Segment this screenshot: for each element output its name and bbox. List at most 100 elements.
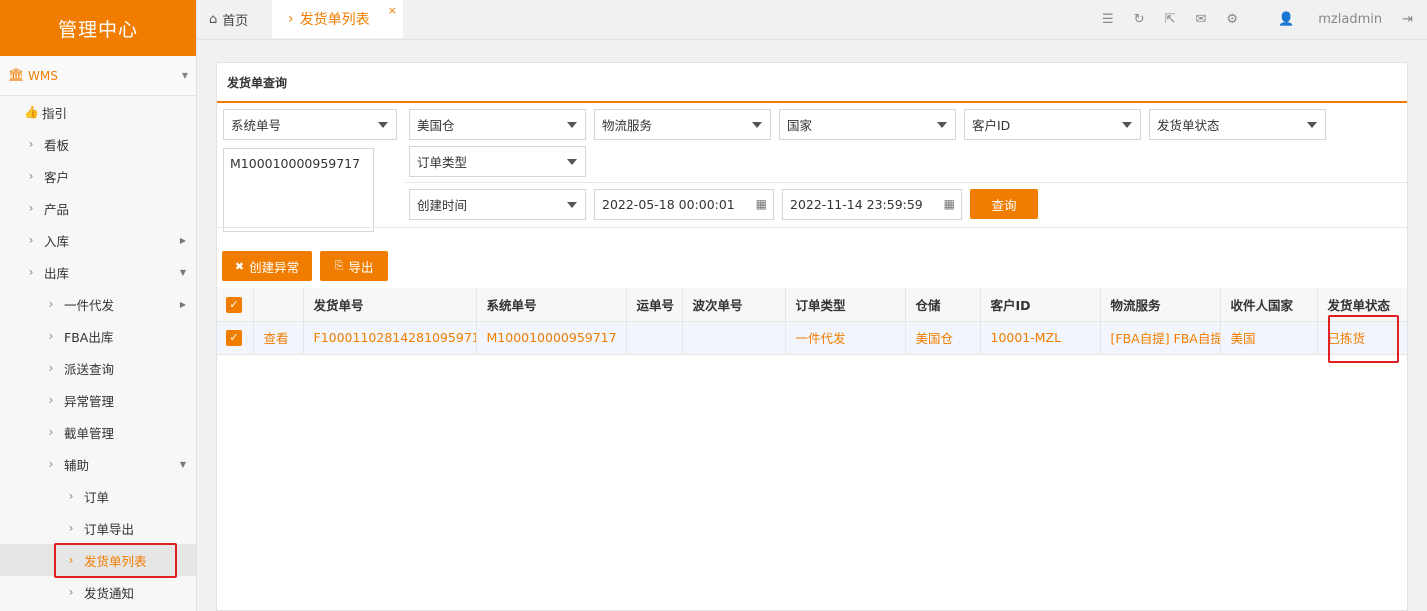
shipment-table: ✓ 发货单号 系统单号 运单号 波次单号 订单类型 仓储 客户ID 物流服务 收… — [217, 288, 1407, 355]
cell-wave-no — [682, 321, 786, 355]
logout-icon[interactable]: ⇥ — [1402, 12, 1413, 27]
sidebar-nav: 👍 指引 › 看板 › 客户 › 产品 › 入库 ▶ › 出库 ▼ › 一件代发 ▶ › FBA… — [0, 96, 196, 608]
close-icon: ✖ — [234, 259, 245, 273]
system-no-textarea[interactable]: M100010000959717 — [223, 148, 374, 232]
check-icon: ✓ — [226, 329, 242, 346]
row-checkbox[interactable]: ✓ — [217, 321, 254, 355]
refresh-icon[interactable]: ↻ — [1134, 12, 1145, 27]
column-header-order-type: 订单类型 — [785, 288, 906, 322]
cell-customer-id: 10001-MZL — [980, 321, 1101, 355]
column-header-warehouse: 仓储 — [905, 288, 981, 322]
select-all-checkbox[interactable]: ✓ — [217, 288, 254, 322]
end-time-input[interactable]: 2022-11-14 23:59:59 ▦ — [782, 189, 962, 220]
sidebar-item-auxiliary[interactable]: › 辅助 ▼ — [0, 448, 196, 480]
thumbs-up-icon: 👍 — [24, 105, 39, 119]
check-icon: ✓ — [226, 296, 242, 313]
sidebar-item-order[interactable]: › 订单 — [0, 480, 196, 512]
caret-down-icon: ▼ — [179, 267, 186, 277]
caret-down-icon: ▼ — [179, 459, 186, 469]
view-link[interactable]: 查看 — [253, 321, 304, 355]
sidebar-item-dashboard[interactable]: › 看板 — [0, 128, 196, 160]
time-type-select[interactable]: 创建时间 — [409, 189, 586, 220]
chevron-right-icon: › — [28, 169, 34, 183]
mail-icon[interactable]: ✉ — [1196, 12, 1207, 27]
sidebar-item-inbound[interactable]: › 入库 ▶ — [0, 224, 196, 256]
tab-shipment-list[interactable]: › 发货单列表 × — [272, 0, 403, 38]
cell-warehouse: 美国仓 — [905, 321, 981, 355]
calendar-icon: ▦ — [943, 197, 955, 211]
dropdown-arrow-icon — [567, 159, 577, 165]
chevron-right-icon: › — [68, 585, 74, 599]
column-header-country: 收件人国家 — [1220, 288, 1318, 322]
column-header-customer-id: 客户ID — [980, 288, 1101, 322]
customer-id-select[interactable]: 客户ID — [964, 109, 1141, 140]
panel-title: 发货单查询 — [217, 63, 1407, 103]
indent-icon[interactable]: ☰ — [1102, 12, 1114, 27]
sidebar-item-product[interactable]: › 产品 — [0, 192, 196, 224]
dropdown-arrow-icon — [1307, 122, 1317, 128]
external-link-icon[interactable]: ⇱ — [1165, 12, 1176, 27]
cell-waybill-no — [626, 321, 683, 355]
sidebar-item-dropship[interactable]: › 一件代发 ▶ — [0, 288, 196, 320]
dropdown-arrow-icon — [1122, 122, 1132, 128]
system-no-select[interactable]: 系统单号 — [223, 109, 397, 140]
sidebar-item-order-export[interactable]: › 订单导出 — [0, 512, 196, 544]
chevron-right-icon: › — [48, 329, 54, 343]
close-icon[interactable]: × — [388, 4, 397, 17]
sidebar-item-outbound[interactable]: › 出库 ▼ — [0, 256, 196, 288]
export-button[interactable]: ⎘ 导出 — [320, 251, 388, 281]
sidebar-item-exception[interactable]: › 异常管理 — [0, 384, 196, 416]
column-header-wave-no: 波次单号 — [682, 288, 786, 322]
chevron-right-icon: › — [68, 489, 74, 503]
toolbar-icons: ☰ ↻ ⇱ ✉ ⚙ 👤 mzladmin ⇥ — [1082, 0, 1427, 38]
sidebar-item-customer[interactable]: › 客户 — [0, 160, 196, 192]
create-exception-button[interactable]: ✖ 创建异常 — [222, 251, 312, 281]
sidebar-item-shipment-notice[interactable]: › 发货通知 — [0, 576, 196, 608]
start-time-input[interactable]: 2022-05-18 00:00:01 ▦ — [594, 189, 774, 220]
dropdown-arrow-icon — [567, 122, 577, 128]
logistics-select[interactable]: 物流服务 — [594, 109, 771, 140]
chevron-right-icon: › — [28, 137, 34, 151]
table-row: ✓ 查看 F100011028142810959717 M10001000095… — [217, 321, 1407, 355]
status-select[interactable]: 发货单状态 — [1149, 109, 1326, 140]
table-header-row: ✓ 发货单号 系统单号 运单号 波次单号 订单类型 仓储 客户ID 物流服务 收… — [217, 288, 1407, 322]
cell-country: 美国 — [1220, 321, 1318, 355]
warehouse-select[interactable]: 美国仓 — [409, 109, 586, 140]
dropdown-arrow-icon — [752, 122, 762, 128]
home-icon: ⌂ — [209, 11, 218, 27]
chevron-right-icon: › — [28, 233, 34, 247]
dropdown-arrow-icon — [937, 122, 947, 128]
sidebar-section-wms[interactable]: 🏛 WMS ▼ — [0, 56, 196, 96]
column-header-system-no: 系统单号 — [476, 288, 627, 322]
sidebar-item-guide[interactable]: 👍 指引 — [0, 96, 196, 128]
chevron-right-icon: › — [288, 11, 294, 27]
divider — [217, 227, 1407, 228]
gear-icon[interactable]: ⚙ — [1226, 12, 1238, 27]
query-panel: 发货单查询 系统单号 美国仓 物流服务 国家 客户ID 发货单状态 M10001… — [216, 62, 1408, 611]
chevron-right-icon: › — [68, 521, 74, 535]
column-header-action — [253, 288, 304, 322]
country-select[interactable]: 国家 — [779, 109, 956, 140]
tab-home[interactable]: ⌂ 首页 — [209, 0, 248, 38]
sidebar-title: 管理中心 — [0, 0, 196, 56]
column-header-shipment-no: 发货单号 — [303, 288, 477, 322]
calendar-icon: ▦ — [755, 197, 767, 211]
cell-shipment-no[interactable]: F100011028142810959717 — [303, 321, 477, 355]
sidebar-item-delivery-query[interactable]: › 派送查询 — [0, 352, 196, 384]
query-button[interactable]: 查询 — [970, 189, 1038, 219]
cell-logistics: [FBA自提] FBA自提 — [1100, 321, 1221, 355]
sidebar-item-intercept[interactable]: › 截单管理 — [0, 416, 196, 448]
column-header-waybill-no: 运单号 — [626, 288, 683, 322]
caret-down-icon: ▼ — [181, 71, 188, 80]
order-type-select[interactable]: 订单类型 — [409, 146, 586, 177]
dropdown-arrow-icon — [567, 202, 577, 208]
caret-right-icon: ▶ — [179, 299, 186, 309]
sidebar-item-fba-outbound[interactable]: › FBA出库 — [0, 320, 196, 352]
sidebar-section-label: WMS — [28, 68, 58, 83]
highlight-box-status — [1328, 315, 1399, 363]
cell-system-no[interactable]: M100010000959717 — [476, 321, 627, 355]
chevron-right-icon: › — [48, 457, 54, 471]
user-menu[interactable]: 👤 mzladmin — [1258, 12, 1382, 27]
chevron-right-icon: › — [28, 201, 34, 215]
topbar: ⌂ 首页 › 发货单列表 × ☰ ↻ ⇱ ✉ ⚙ 👤 mzladmin ⇥ — [197, 0, 1427, 40]
